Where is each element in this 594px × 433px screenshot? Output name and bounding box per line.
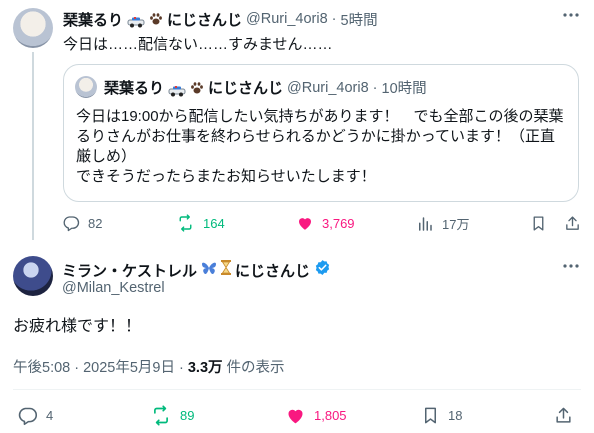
quote-time: 10時間 (381, 81, 427, 97)
bookmark-button[interactable]: 18 (421, 405, 462, 426)
tweet1-author-name[interactable]: 琹葉るり (63, 9, 123, 30)
bookmark-icon (533, 216, 544, 231)
thread-line (32, 52, 34, 240)
more-icon[interactable] (560, 257, 582, 279)
tweet2-meta: 午後5:08 · 2025年5月9日 · 3.3万 件の表示 (13, 356, 285, 377)
like-button[interactable]: 3,769 (296, 214, 355, 232)
views-button[interactable]: 17万 (416, 214, 469, 233)
bookmark-icon (424, 407, 437, 424)
views-icon (419, 216, 432, 231)
tweet2-views-count: 3.3万 (187, 360, 223, 376)
quote-text-line: るりさんがお仕事を終わらせられるかどうかに掛かっています！（正直 (76, 128, 555, 145)
quoted-tweet[interactable]: 琹葉るり にじさんじ @Ruri_4ori8 · 10時間 今日は19:00から… (63, 64, 579, 202)
reply-count: 4 (46, 408, 54, 423)
repost-count: 164 (203, 215, 225, 231)
tweet1-handle[interactable]: @Ruri_4ori8 (246, 11, 328, 27)
quote-text-line: できそうだったらまたお知らせいたします！ (76, 168, 376, 185)
tweet2-handle[interactable]: @Milan_Kestrel (62, 280, 165, 296)
heart-icon (288, 409, 303, 424)
share-button[interactable] (564, 214, 581, 233)
quote-author-suffix: にじさんじ (208, 80, 284, 97)
repost-button[interactable]: 89 (150, 405, 194, 426)
tweet1-text: 今日は……配信ない……すみません…… (63, 36, 333, 53)
reply-count: 82 (88, 215, 103, 231)
tweet2-text: お疲れ様です！！ (13, 318, 142, 335)
share-icon (566, 216, 579, 230)
police-car-icon (168, 84, 186, 96)
separator-dot: · (331, 11, 337, 27)
tweet1-header: 琹葉るり にじさんじ @Ruri_4ori8 · 5時間 (63, 9, 378, 29)
tweet2-timestamp[interactable]: 午後5:08 · 2025年5月9日 · (13, 356, 184, 377)
paw-print-icon (190, 81, 204, 95)
repost-icon (179, 214, 192, 232)
quote-header: 琹葉るり にじさんじ @Ruri_4ori8 · 10時間 (104, 77, 427, 98)
quote-text-line: 今日は19:00から配信したい気持ちがあります！ でも全部この後の琹葉 (76, 108, 564, 125)
share-icon (556, 407, 571, 423)
tweet1-author-suffix[interactable]: にじさんじ (167, 9, 242, 30)
quote-text-line: 厳しめ） (76, 148, 137, 165)
reply-button[interactable]: 82 (62, 214, 102, 232)
hourglass-icon (221, 260, 232, 280)
quote-avatar (75, 76, 97, 98)
views-count: 17万 (442, 217, 470, 232)
bookmark-count: 18 (448, 408, 463, 423)
police-car-icon (127, 15, 145, 28)
like-count: 1,805 (314, 408, 347, 423)
share-button[interactable] (554, 405, 573, 426)
repost-button[interactable]: 164 (176, 214, 225, 232)
reply-button[interactable]: 4 (17, 405, 53, 426)
quote-handle: @Ruri_4ori8 (287, 79, 369, 96)
like-count: 3,769 (322, 215, 355, 231)
separator-dot: · (372, 79, 378, 96)
tweet2-views-label: 件の表示 (226, 360, 285, 376)
repost-count: 89 (180, 408, 195, 423)
more-icon[interactable] (560, 6, 582, 28)
reply-icon (63, 216, 80, 232)
quote-author-name: 琹葉るり (104, 80, 165, 97)
tweet1-time[interactable]: 5時間 (341, 9, 378, 30)
heart-icon (299, 218, 311, 230)
like-button[interactable]: 1,805 (285, 405, 347, 426)
divider (13, 389, 581, 390)
reply-icon (18, 407, 38, 426)
avatar-ruri[interactable] (13, 8, 53, 48)
avatar-milan[interactable] (13, 256, 53, 296)
butterfly-icon (201, 261, 217, 280)
tweet2-author-suffix[interactable]: にじさんじ (235, 260, 310, 281)
tweet2-author: ミラン・ケストレル にじさんじ (62, 259, 331, 281)
repost-icon (154, 405, 168, 426)
quote-text: 今日は19:00から配信したい気持ちがあります！ でも全部この後の琹葉 るりさん… (76, 107, 572, 187)
verified-badge-icon (314, 259, 331, 281)
bookmark-button[interactable] (530, 214, 547, 233)
tweet2-author-name[interactable]: ミラン・ケストレル (62, 260, 197, 281)
paw-print-icon (149, 12, 163, 26)
